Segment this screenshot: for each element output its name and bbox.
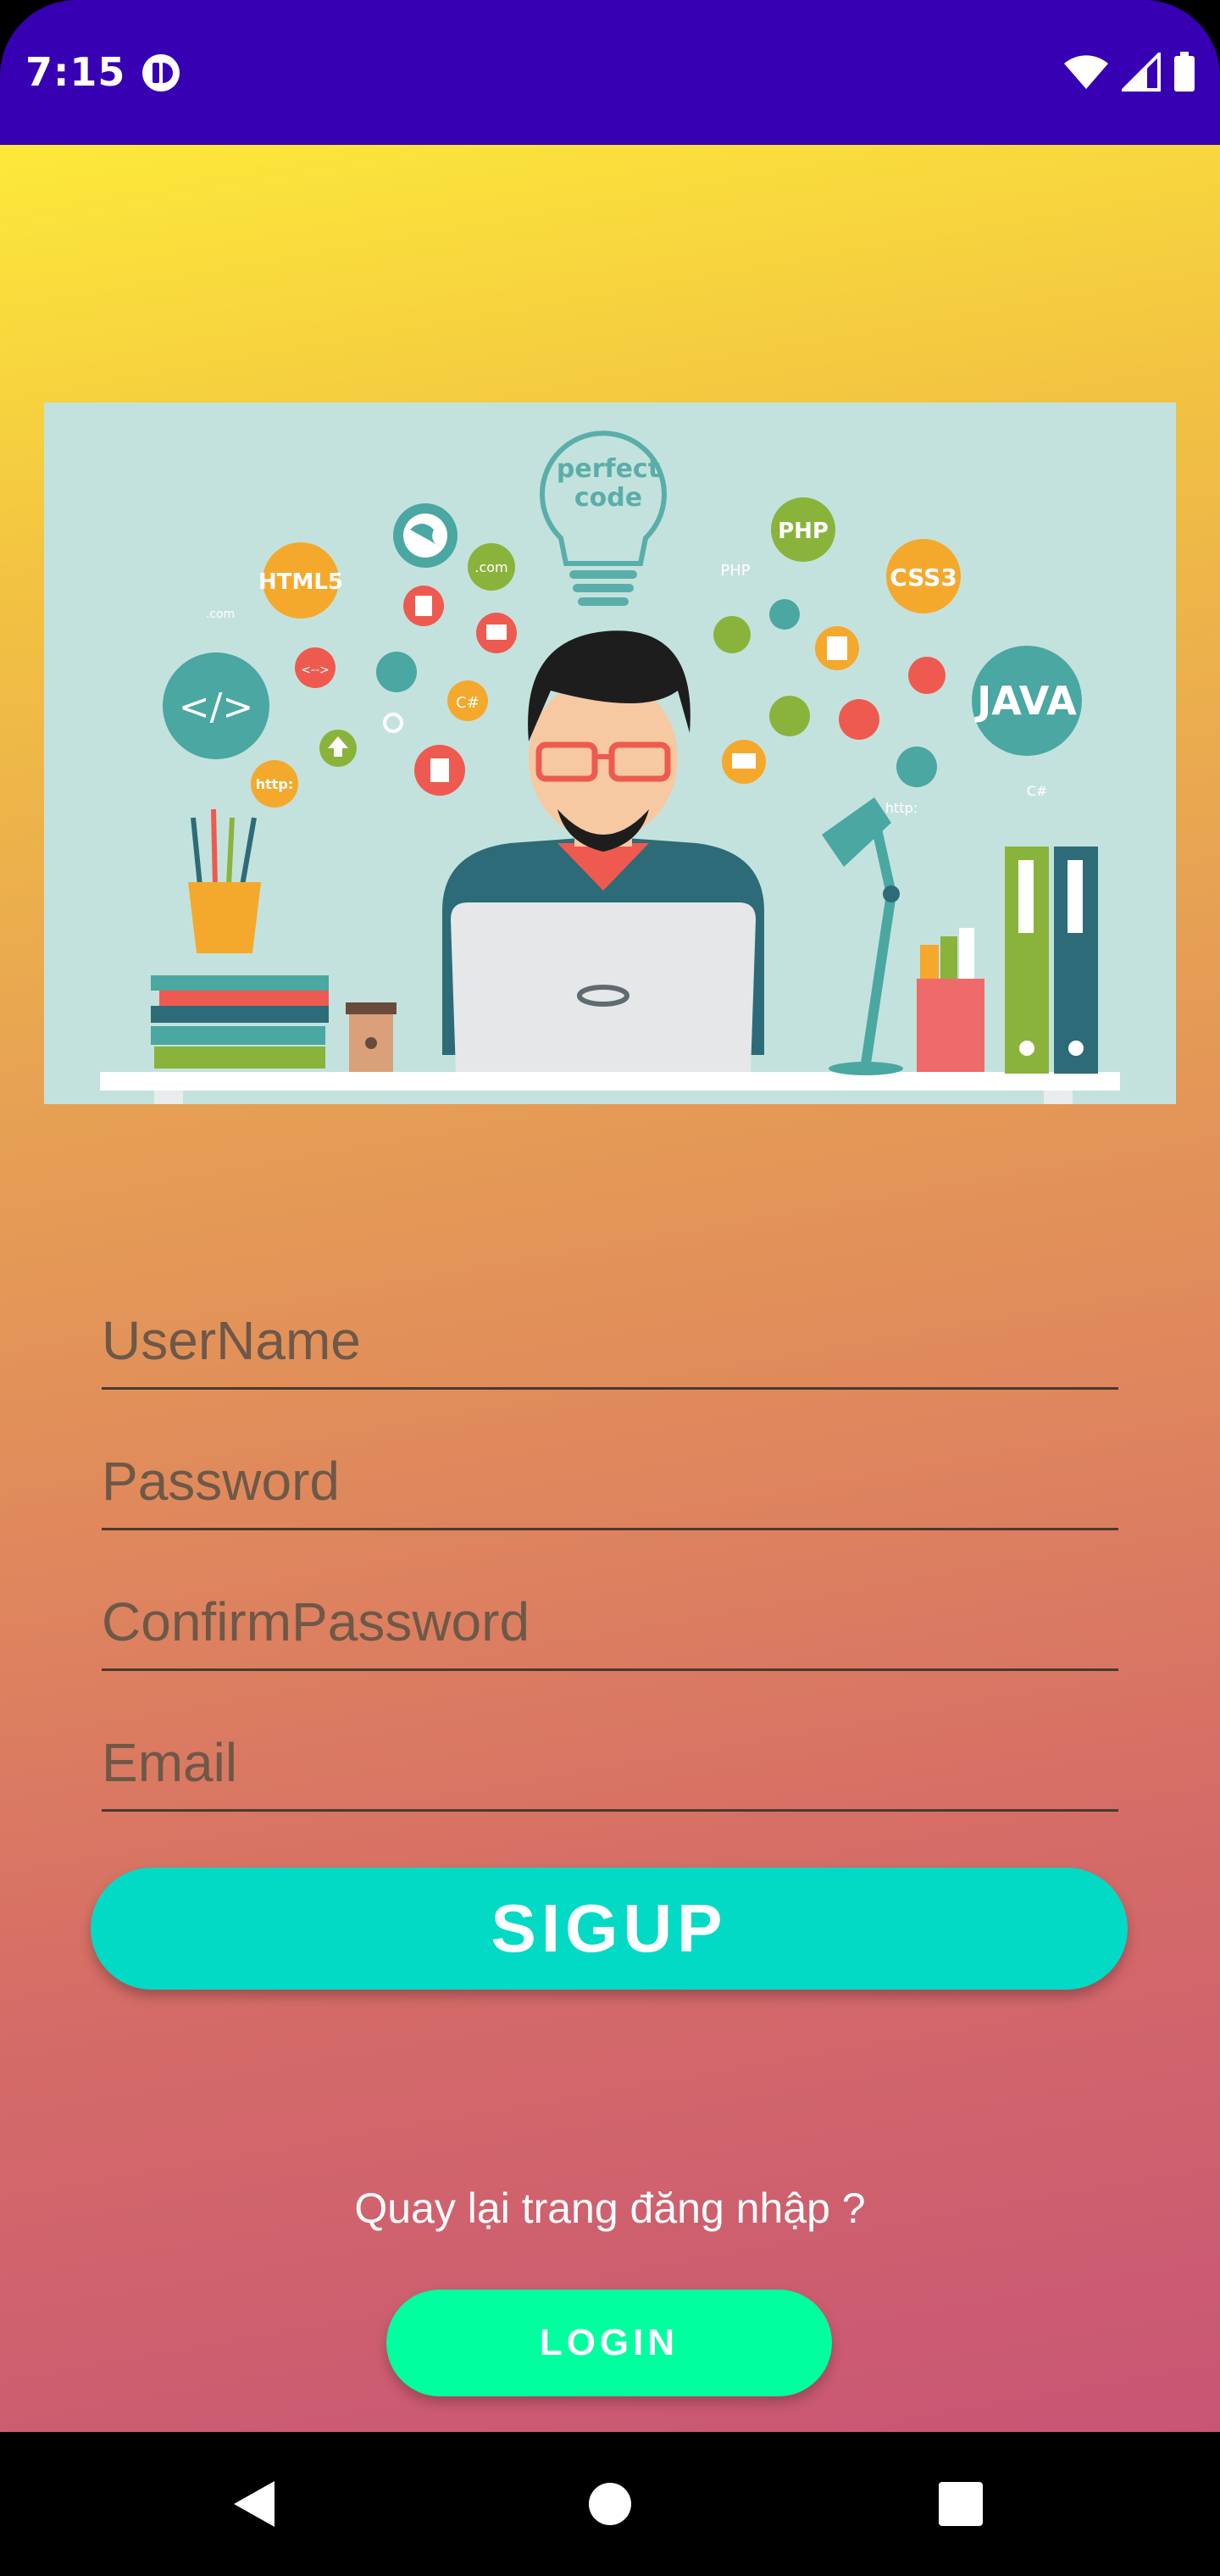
coffee-cup — [346, 1002, 396, 1072]
status-bar: 7:15 — [0, 0, 1220, 145]
svg-text:CSS3: CSS3 — [890, 564, 957, 591]
cell-signal-icon — [1122, 53, 1161, 92]
email-input[interactable] — [102, 1724, 1118, 1801]
brackets-icon — [908, 657, 946, 694]
signup-screen: perfect code HTML5 </> .com .com <--> C#… — [0, 145, 1220, 2432]
java-badge: JAVA — [972, 646, 1082, 756]
css3-badge: CSS3 — [886, 539, 961, 613]
book-stack — [151, 975, 329, 1069]
username-input[interactable] — [102, 1302, 1118, 1379]
recents-icon — [939, 2482, 983, 2526]
desk — [100, 1072, 1120, 1091]
code-icon — [839, 699, 879, 740]
svg-text:PHP: PHP — [720, 562, 750, 580]
confirm-password-input[interactable] — [102, 1584, 1118, 1660]
confirm-password-field[interactable] — [102, 1567, 1118, 1671]
target-icon — [769, 599, 800, 630]
password-input[interactable] — [102, 1443, 1118, 1519]
app-notification-icon — [142, 54, 180, 92]
svg-text:JAVA: JAVA — [974, 678, 1077, 724]
developer-illustration: perfect code HTML5 </> .com .com <--> C#… — [44, 402, 1176, 1104]
battery-icon — [1174, 52, 1195, 92]
svg-text:PHP: PHP — [778, 519, 829, 544]
hero-illustration-svg: perfect code HTML5 </> .com .com <--> C#… — [44, 402, 1176, 1104]
pencil-holder-right — [917, 928, 984, 1072]
svg-text:C#: C# — [456, 694, 480, 712]
chat-icon — [376, 652, 417, 692]
magnifier-icon — [713, 616, 751, 653]
code-tag-badge: </> — [163, 652, 269, 759]
password-field[interactable] — [102, 1426, 1118, 1530]
dotcom-badge: .com — [468, 543, 515, 591]
svg-text:.com: .com — [474, 559, 507, 575]
svg-text:perfect: perfect — [557, 454, 660, 484]
svg-text:http:: http: — [885, 800, 918, 816]
device-screen: 7:15 perfect code HTML5 </> .com .com <-… — [0, 0, 1220, 2576]
status-time: 7:15 — [25, 49, 126, 95]
back-to-login-text: Quay lại trang đăng nhập ? — [354, 2185, 866, 2232]
svg-text:code: code — [574, 483, 642, 513]
navigation-bar — [0, 2432, 1220, 2576]
svg-text:C#: C# — [1027, 783, 1048, 799]
svg-text:HTML5: HTML5 — [258, 569, 343, 595]
svg-text:.com: .com — [206, 608, 235, 621]
back-button[interactable] — [212, 2432, 297, 2576]
svg-text:http:: http: — [256, 776, 294, 792]
home-icon — [589, 2483, 631, 2525]
signup-button[interactable]: SIGUP — [91, 1868, 1128, 1990]
home-button[interactable] — [568, 2432, 652, 2576]
laptop — [451, 902, 756, 1072]
svg-text:<-->: <--> — [301, 663, 330, 677]
wifi-icon — [1064, 55, 1108, 89]
back-icon — [234, 2481, 274, 2527]
recents-button[interactable] — [918, 2432, 1003, 2576]
headphones-icon — [769, 696, 810, 736]
svg-text:</>: </> — [179, 686, 254, 729]
php-badge: PHP — [771, 497, 835, 562]
login-button[interactable]: LOGIN — [386, 2290, 832, 2396]
chat-bubbles-icon — [896, 747, 937, 787]
email-field[interactable] — [102, 1707, 1118, 1812]
globe-icon — [393, 503, 458, 568]
username-field[interactable] — [102, 1285, 1118, 1390]
